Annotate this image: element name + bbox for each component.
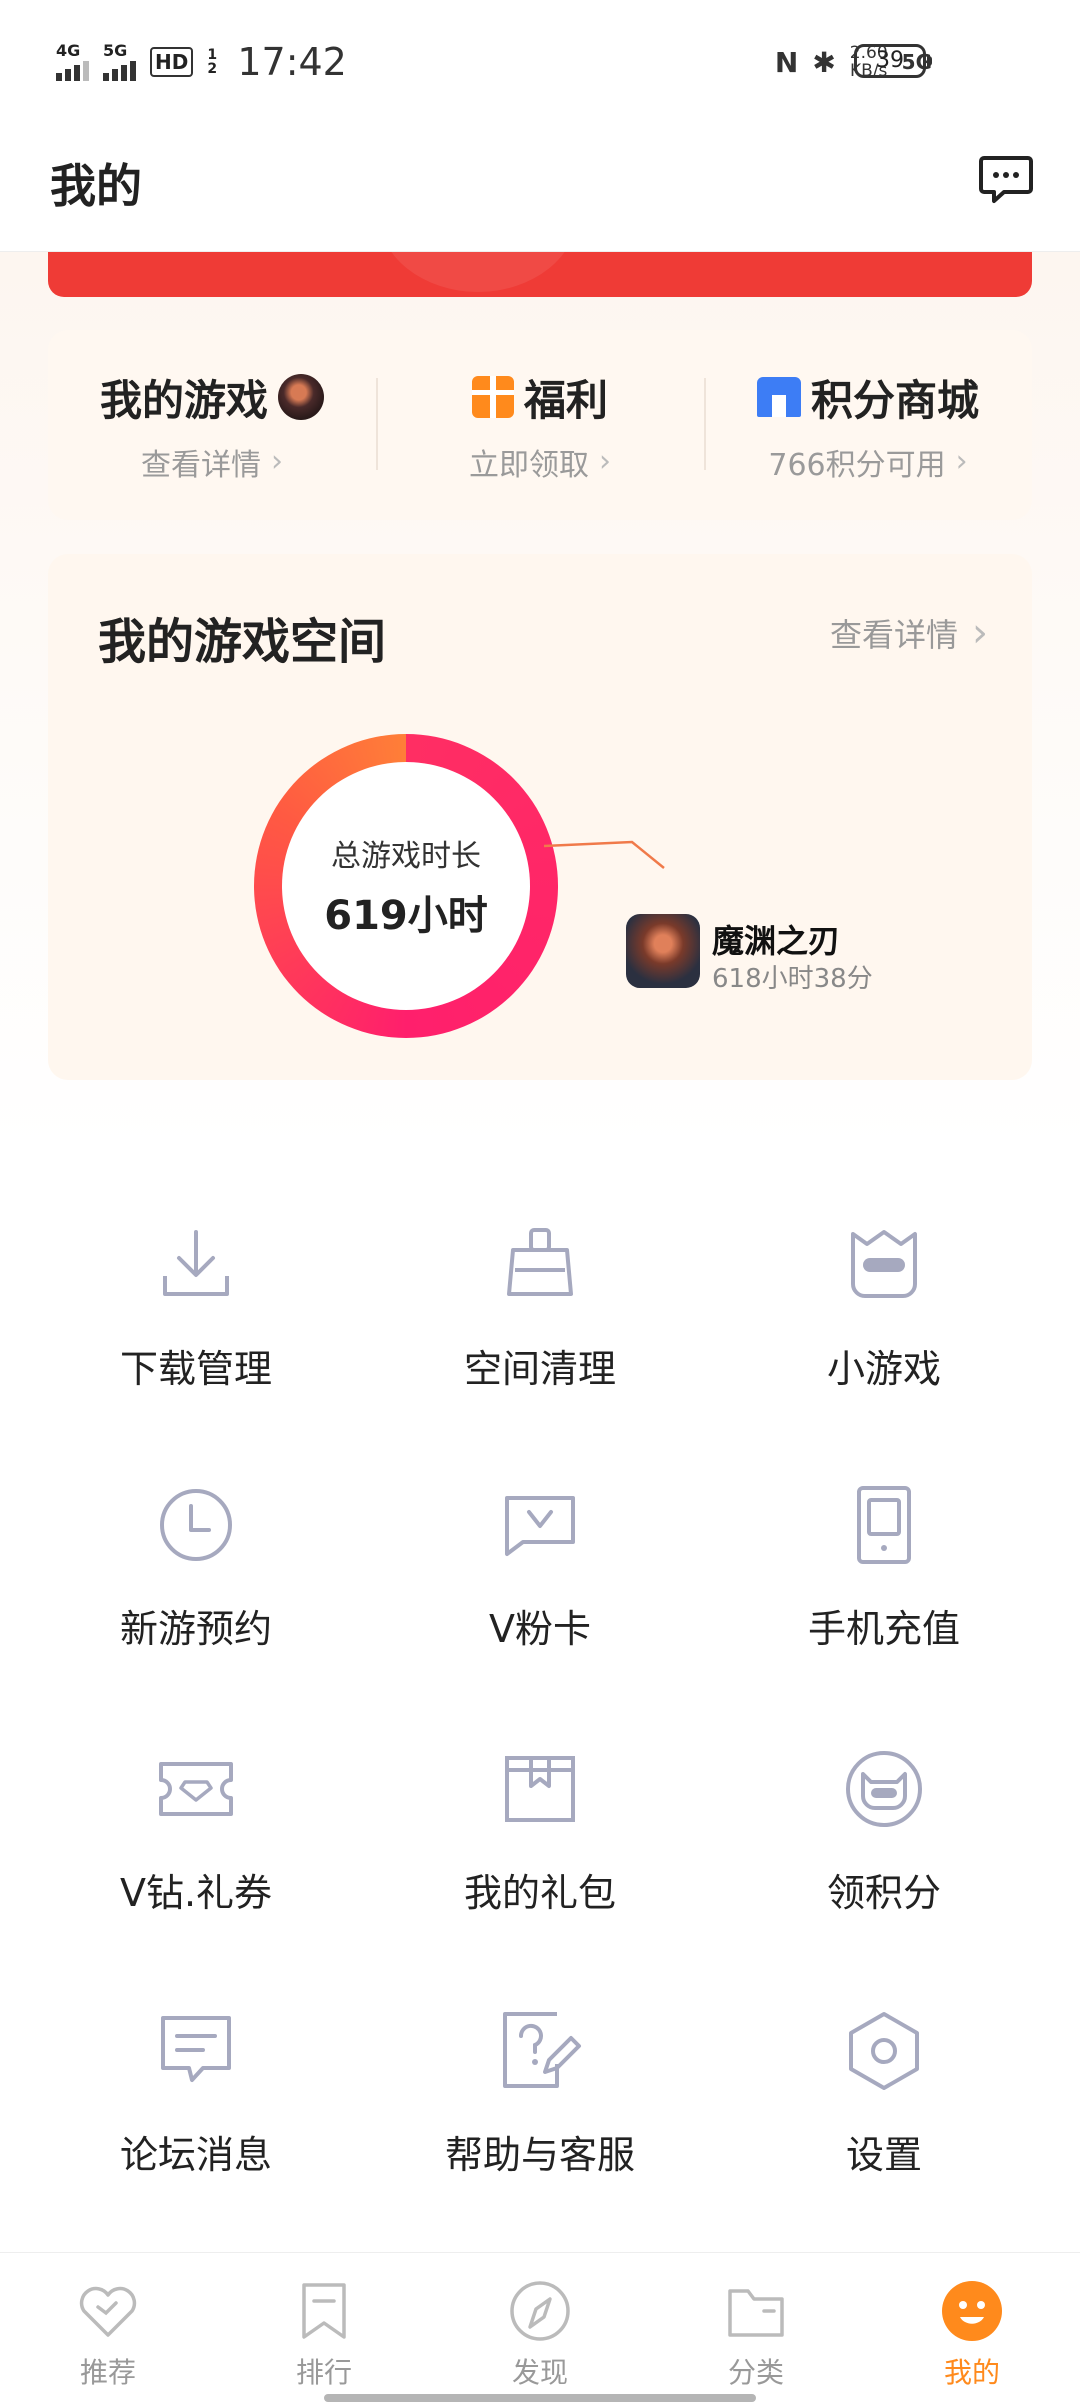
- tool-label: 手机充值: [807, 1607, 960, 1651]
- game-space-card: 我的游戏空间 查看详情 › 总游戏时长 619小时 魔渊之刃 618小时38分: [48, 554, 1032, 1080]
- quick-link-title: 积分商城: [810, 375, 979, 425]
- nav-label: 我的: [943, 2356, 1000, 2389]
- points-icon: [846, 1751, 922, 1827]
- gift-box-icon: [505, 1756, 575, 1822]
- folder-icon: [728, 2289, 784, 2337]
- message-center-icon[interactable]: [978, 150, 1034, 206]
- nav-label: 分类: [727, 2356, 784, 2389]
- clock-icon: [160, 1489, 232, 1561]
- battery-icon: 39: [854, 44, 932, 78]
- nav-item-recommend[interactable]: 推荐: [0, 2253, 216, 2408]
- tool-settings[interactable]: 设置: [704, 2006, 1064, 2226]
- settings-icon: [849, 2012, 919, 2090]
- quick-link-subtitle: 766积分可用: [768, 447, 946, 483]
- v-card-icon: [505, 1496, 575, 1556]
- promo-banner[interactable]: [48, 252, 1032, 297]
- page-title: 我的: [50, 159, 142, 213]
- broom-icon: [507, 1228, 573, 1296]
- tool-v-diamond-coupon[interactable]: V钻.礼券: [16, 1744, 376, 1964]
- playtime-donut-chart: 总游戏时长 619小时: [254, 734, 558, 1038]
- signal-4g-icon: 4G: [56, 43, 89, 81]
- tool-label: 我的礼包: [463, 1871, 616, 1915]
- shop-icon: [756, 377, 801, 417]
- chevron-right-icon: ›: [271, 444, 283, 479]
- game-thumbnail[interactable]: [626, 914, 700, 988]
- nav-label: 发现: [511, 2356, 568, 2389]
- home-indicator[interactable]: [324, 2394, 756, 2402]
- tool-mini-games[interactable]: 小游戏: [704, 1220, 1064, 1440]
- tool-label: 论坛消息: [119, 2133, 272, 2177]
- total-playtime-label: 总游戏时长: [331, 839, 481, 874]
- status-left: 4G 5G HD 1 2 17:42: [56, 36, 347, 88]
- tool-new-game-reservation[interactable]: 新游预约: [16, 1480, 376, 1700]
- signal-5g-icon: 5G: [103, 43, 136, 81]
- page-header: 我的: [0, 120, 1080, 252]
- tool-phone-recharge[interactable]: 手机充值: [704, 1480, 1064, 1700]
- leader-line: [544, 840, 665, 869]
- nav-item-mine[interactable]: 我的: [864, 2253, 1080, 2408]
- tool-earn-points[interactable]: 领积分: [704, 1744, 1064, 1964]
- quick-link-title: 福利: [523, 375, 608, 425]
- bookmark-icon: [302, 2283, 346, 2339]
- tool-space-cleanup[interactable]: 空间清理: [360, 1220, 720, 1440]
- tool-label: V钻.礼券: [119, 1871, 273, 1915]
- smile-icon: [942, 2281, 1002, 2341]
- quick-links: 我的游戏 查看详情 › 福利 立即领取 › 积分商城 766积分可用 ›: [48, 330, 1032, 520]
- hd-sub-label: 1 2: [207, 47, 218, 77]
- quick-link-points-mall[interactable]: 积分商城 766积分可用 ›: [704, 330, 1032, 520]
- quick-link-my-games[interactable]: 我的游戏 查看详情 ›: [48, 330, 376, 520]
- nav-label: 排行: [295, 2356, 352, 2389]
- status-bar: 4G 5G HD 1 2 17:42 N ✱ 2.60 KB/s 5G 39: [0, 0, 1080, 120]
- nav-label: 推荐: [79, 2356, 136, 2389]
- quick-link-subtitle: 立即领取: [469, 447, 589, 483]
- download-icon: [163, 1230, 229, 1296]
- tool-help-support[interactable]: 帮助与客服: [360, 2006, 720, 2226]
- tool-v-fan-card[interactable]: V粉卡: [360, 1480, 720, 1700]
- message-icon: [161, 2016, 231, 2082]
- donut-center: 总游戏时长 619小时: [282, 762, 530, 1010]
- tool-my-gift-packs[interactable]: 我的礼包: [360, 1744, 720, 1964]
- bottom-navigation: 推荐 排行 发现 分类 我的: [0, 2252, 1080, 2408]
- heart-icon: [79, 2286, 137, 2337]
- clock: 17:42: [237, 40, 347, 84]
- signal-label: 4G: [56, 41, 81, 60]
- quick-link-subtitle: 查看详情: [141, 447, 261, 483]
- bluetooth-icon: ✱: [812, 45, 836, 79]
- tool-download-manager[interactable]: 下载管理: [16, 1220, 376, 1440]
- phone-icon: [857, 1486, 911, 1564]
- game-space-detail-link[interactable]: 查看详情 ›: [830, 610, 988, 656]
- game-avatar-icon: [278, 374, 324, 420]
- tool-label: 新游预约: [119, 1607, 272, 1651]
- detail-label: 查看详情: [829, 616, 958, 654]
- quick-link-title: 我的游戏: [99, 375, 268, 425]
- nav-item-ranking[interactable]: 排行: [216, 2253, 432, 2408]
- chevron-right-icon: ›: [599, 444, 611, 479]
- chevron-right-icon: ›: [972, 610, 988, 656]
- mini-game-icon: [851, 1230, 917, 1298]
- nav-item-category[interactable]: 分类: [648, 2253, 864, 2408]
- nav-item-discover[interactable]: 发现: [432, 2253, 648, 2408]
- tool-label: 领积分: [826, 1871, 941, 1915]
- tool-label: V粉卡: [489, 1607, 591, 1651]
- hd-icon: HD: [150, 47, 194, 77]
- chevron-right-icon: ›: [955, 444, 968, 479]
- tool-label: 设置: [845, 2133, 922, 2177]
- total-playtime-value: 619小时: [324, 893, 488, 939]
- tool-label: 帮助与客服: [444, 2133, 635, 2177]
- signal-label: 5G: [103, 41, 128, 60]
- tool-label: 空间清理: [463, 1347, 616, 1391]
- coupon-icon: [159, 1762, 233, 1816]
- game-name: 魔渊之刃: [712, 922, 841, 960]
- tool-label: 小游戏: [826, 1347, 941, 1391]
- tool-forum-messages[interactable]: 论坛消息: [16, 2006, 376, 2226]
- game-space-title: 我的游戏空间: [98, 614, 387, 670]
- gift-icon: [471, 376, 514, 418]
- nfc-icon: N: [774, 45, 799, 79]
- compass-icon: [510, 2281, 570, 2341]
- quick-link-welfare[interactable]: 福利 立即领取 ›: [376, 330, 704, 520]
- game-playtime: 618小时38分: [712, 964, 873, 994]
- help-icon: [503, 2012, 581, 2088]
- tool-label: 下载管理: [119, 1347, 272, 1391]
